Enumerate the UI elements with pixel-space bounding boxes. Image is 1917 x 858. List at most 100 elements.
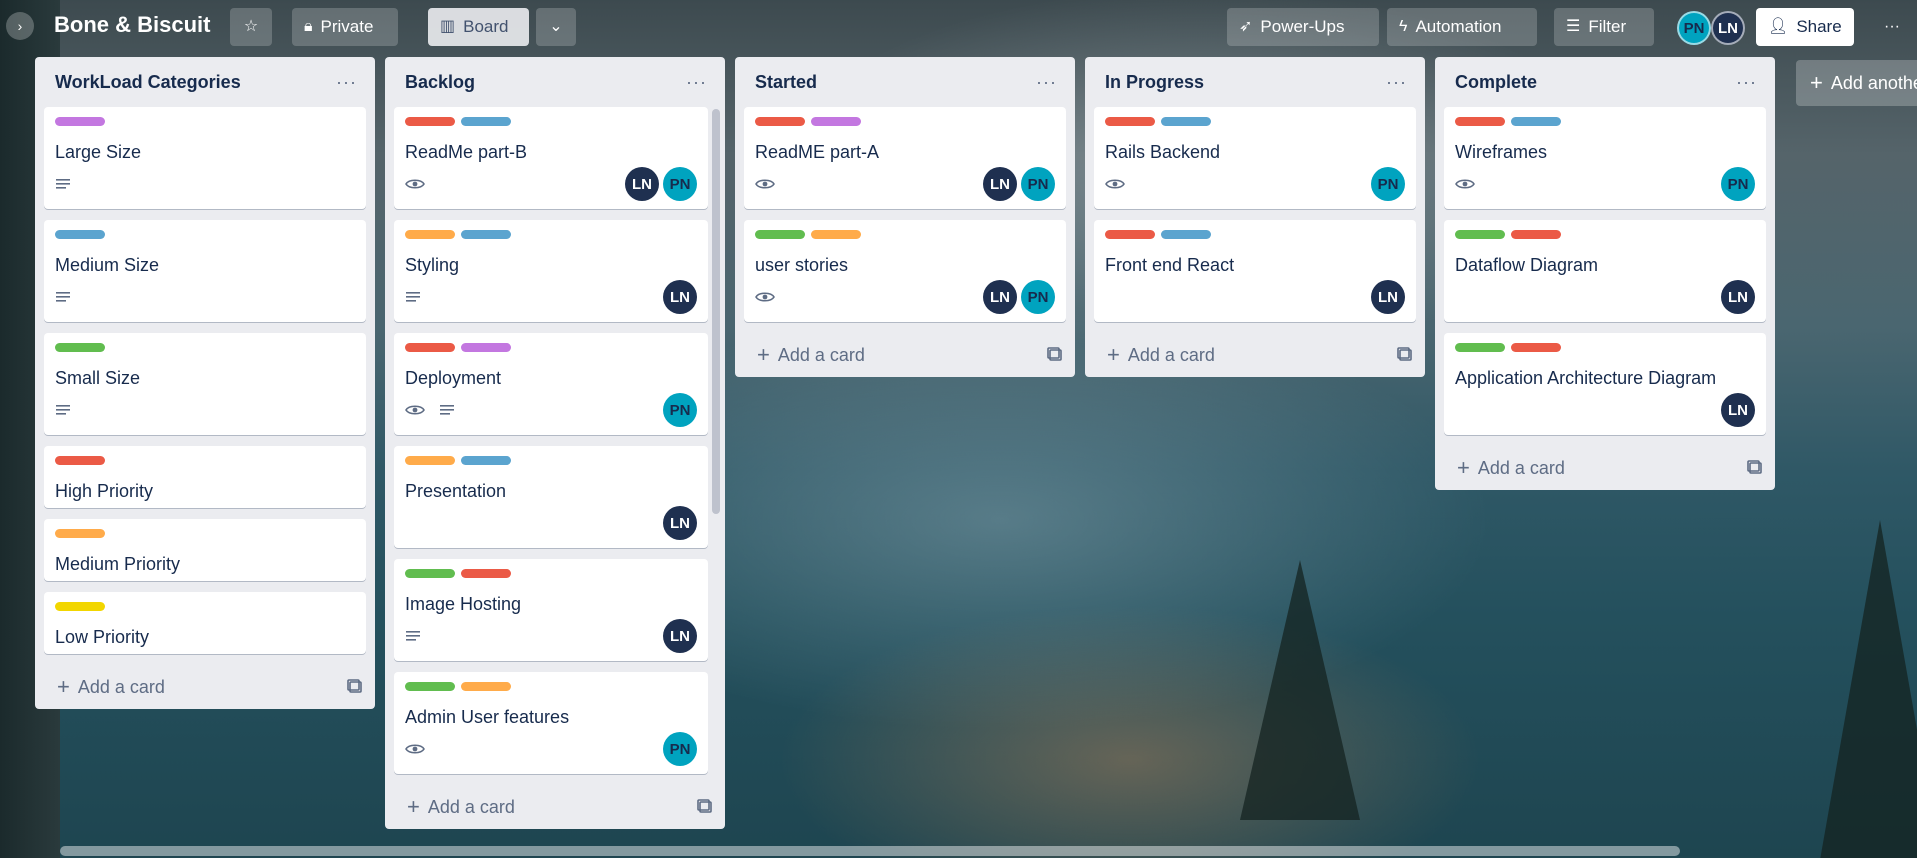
card-label-sky[interactable] — [461, 230, 511, 239]
avatar[interactable]: LN — [1721, 280, 1755, 314]
card-label-orange[interactable] — [55, 529, 105, 538]
card[interactable]: Small Size — [44, 333, 366, 435]
card[interactable]: Low Priority — [44, 592, 366, 654]
card-label-orange[interactable] — [405, 456, 455, 465]
card-template-icon[interactable] — [1397, 347, 1413, 363]
card-label-green[interactable] — [1455, 343, 1505, 352]
card[interactable]: Presentation LN — [394, 446, 708, 548]
avatar[interactable]: LN — [1721, 393, 1755, 427]
card-template-icon[interactable] — [697, 799, 713, 815]
avatar[interactable]: LN — [1711, 11, 1745, 45]
avatar[interactable]: LN — [983, 167, 1017, 201]
card-label-sky[interactable] — [461, 117, 511, 126]
board-title[interactable]: Bone & Biscuit — [54, 12, 210, 38]
list-menu-more-icon[interactable]: ··· — [1386, 72, 1407, 93]
card-label-orange[interactable] — [405, 230, 455, 239]
add-card-action[interactable]: + Add a card — [757, 344, 865, 366]
card[interactable]: Front end React LN — [1094, 220, 1416, 322]
card-template-icon[interactable] — [347, 679, 363, 695]
view-switcher-button[interactable]: ⌄ — [536, 8, 576, 46]
list-scrollbar[interactable] — [712, 109, 720, 514]
card-label-purple[interactable] — [811, 117, 861, 126]
card-label-purple[interactable] — [461, 343, 511, 352]
list-menu-more-icon[interactable]: ··· — [1036, 72, 1057, 93]
card-label-green[interactable] — [1455, 230, 1505, 239]
card[interactable]: ReadME part-A LN PN — [744, 107, 1066, 209]
avatar[interactable]: LN — [663, 619, 697, 653]
card[interactable]: Image Hosting LN — [394, 559, 708, 661]
card-label-green[interactable] — [755, 230, 805, 239]
card-label-sky[interactable] — [461, 456, 511, 465]
card-label-orange[interactable] — [811, 230, 861, 239]
avatar[interactable]: LN — [663, 506, 697, 540]
card[interactable]: Medium Size — [44, 220, 366, 322]
card-label-red[interactable] — [1105, 117, 1155, 126]
card[interactable]: Medium Priority — [44, 519, 366, 581]
card-label-red[interactable] — [405, 117, 455, 126]
card-label-sky[interactable] — [1161, 117, 1211, 126]
card-template-icon[interactable] — [1747, 460, 1763, 476]
card-label-sky[interactable] — [55, 230, 105, 239]
card-template-icon[interactable] — [1047, 347, 1063, 363]
card[interactable]: ReadMe part-B LN PN — [394, 107, 708, 209]
add-card-action[interactable]: + Add a card — [57, 676, 165, 698]
card[interactable]: user stories LN PN — [744, 220, 1066, 322]
avatar[interactable]: PN — [663, 732, 697, 766]
add-card-button[interactable]: + Add a card — [735, 333, 1075, 377]
card-label-red[interactable] — [1105, 230, 1155, 239]
sidebar-toggle-chevron-right-icon[interactable]: › — [6, 12, 34, 40]
card-label-yellow[interactable] — [55, 602, 105, 611]
board-menu-button[interactable]: ··· — [1872, 8, 1912, 46]
card-label-purple[interactable] — [55, 117, 105, 126]
list-title[interactable]: WorkLoad Categories — [55, 72, 241, 93]
avatar[interactable]: LN — [1371, 280, 1405, 314]
card-label-sky[interactable] — [1161, 230, 1211, 239]
card[interactable]: Dataflow Diagram LN — [1444, 220, 1766, 322]
list-title[interactable]: Started — [755, 72, 817, 93]
card[interactable]: Deployment PN — [394, 333, 708, 435]
avatar[interactable]: PN — [1677, 11, 1711, 45]
add-card-button[interactable]: + Add a card — [385, 785, 725, 829]
add-card-button[interactable]: + Add a card — [1085, 333, 1425, 377]
visibility-button[interactable]: 🔒︎ Private — [292, 8, 398, 46]
power-ups-button[interactable]: ➶ Power-Ups — [1227, 8, 1379, 46]
card-label-green[interactable] — [405, 682, 455, 691]
list-menu-more-icon[interactable]: ··· — [1736, 72, 1757, 93]
card[interactable]: Styling LN — [394, 220, 708, 322]
card[interactable]: Large Size — [44, 107, 366, 209]
add-list-button[interactable]: + Add another list — [1796, 60, 1917, 106]
card[interactable]: Application Architecture Diagram LN — [1444, 333, 1766, 435]
card[interactable]: Admin User features PN — [394, 672, 708, 774]
avatar[interactable]: PN — [1721, 167, 1755, 201]
card-label-red[interactable] — [1511, 343, 1561, 352]
card-label-red[interactable] — [405, 343, 455, 352]
card[interactable]: Wireframes PN — [1444, 107, 1766, 209]
avatar[interactable]: LN — [663, 280, 697, 314]
card-label-red[interactable] — [55, 456, 105, 465]
card-label-orange[interactable] — [461, 682, 511, 691]
card-label-sky[interactable] — [1511, 117, 1561, 126]
list-title[interactable]: In Progress — [1105, 72, 1204, 93]
card-label-red[interactable] — [755, 117, 805, 126]
horizontal-scrollbar[interactable] — [60, 846, 1680, 856]
card-label-green[interactable] — [405, 569, 455, 578]
board-view-button[interactable]: ▥ Board — [428, 8, 529, 46]
avatar[interactable]: PN — [663, 393, 697, 427]
add-card-action[interactable]: + Add a card — [407, 796, 515, 818]
card-label-red[interactable] — [461, 569, 511, 578]
automation-button[interactable]: ϟ Automation — [1387, 8, 1537, 46]
filter-button[interactable]: ☰ Filter — [1554, 8, 1654, 46]
avatar[interactable]: PN — [663, 167, 697, 201]
card-label-red[interactable] — [1511, 230, 1561, 239]
list-title[interactable]: Complete — [1455, 72, 1537, 93]
star-board-button[interactable]: ☆ — [230, 8, 272, 46]
add-card-action[interactable]: + Add a card — [1457, 457, 1565, 479]
list-menu-more-icon[interactable]: ··· — [686, 72, 707, 93]
avatar[interactable]: LN — [983, 280, 1017, 314]
avatar[interactable]: PN — [1021, 280, 1055, 314]
card-label-red[interactable] — [1455, 117, 1505, 126]
card[interactable]: High Priority — [44, 446, 366, 508]
add-card-button[interactable]: + Add a card — [35, 665, 375, 709]
card[interactable]: Rails Backend PN — [1094, 107, 1416, 209]
share-button[interactable]: 👤︎ Share — [1756, 8, 1854, 46]
